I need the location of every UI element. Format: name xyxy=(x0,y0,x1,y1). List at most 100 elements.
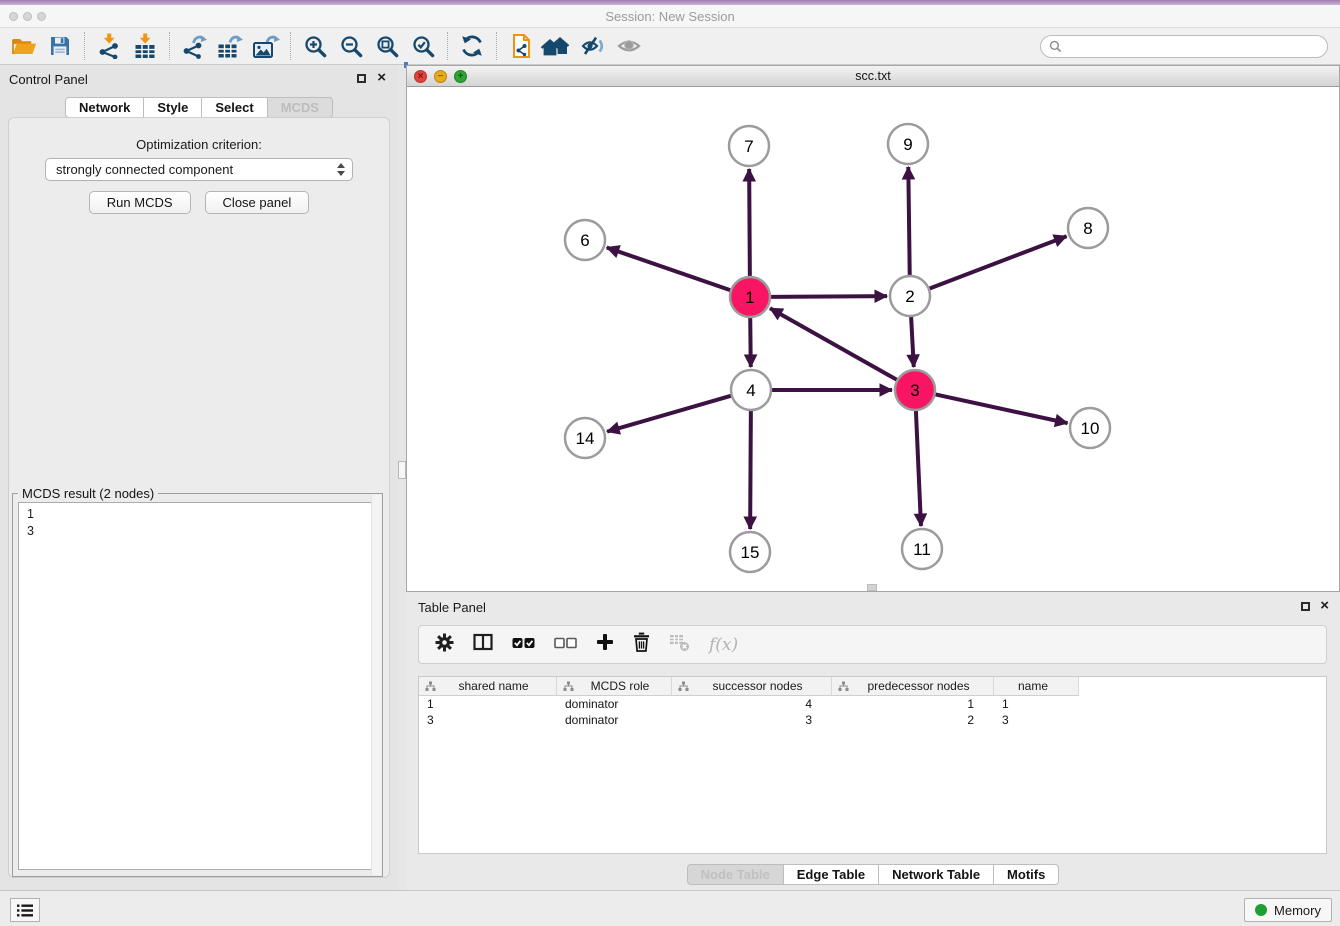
export-network-icon[interactable] xyxy=(176,31,212,61)
network-close-button[interactable]: × xyxy=(414,70,427,83)
hide-selected-icon[interactable] xyxy=(575,31,611,61)
table-options-icon[interactable] xyxy=(435,633,454,657)
delete-column-icon[interactable] xyxy=(633,632,650,657)
svg-text:15: 15 xyxy=(741,543,760,562)
delete-table-icon[interactable] xyxy=(669,633,690,657)
network-maximize-button[interactable]: + xyxy=(454,70,467,83)
memory-button[interactable]: Memory xyxy=(1244,898,1332,922)
table-row[interactable]: 3dominator323 xyxy=(419,712,1326,728)
deselect-all-checks-icon[interactable] xyxy=(554,636,577,654)
zoom-out-icon[interactable] xyxy=(333,31,369,61)
function-builder-icon[interactable]: f(x) xyxy=(709,635,738,655)
graph-node-11[interactable]: 11 xyxy=(902,529,942,569)
float-table-panel-icon[interactable] xyxy=(1301,602,1310,611)
graph-edge-2-9[interactable] xyxy=(908,167,909,275)
network-window-titlebar[interactable]: × − + scc.txt xyxy=(407,66,1339,87)
run-mcds-button[interactable]: Run MCDS xyxy=(89,191,191,214)
table-cell: dominator xyxy=(557,696,672,712)
tab-motifs[interactable]: Motifs xyxy=(994,864,1059,885)
show-column-panel-icon[interactable] xyxy=(473,633,493,656)
search-input[interactable] xyxy=(1062,38,1327,55)
tab-select[interactable]: Select xyxy=(202,97,267,118)
column-header-name[interactable]: name xyxy=(994,677,1079,696)
graph-edge-4-14[interactable] xyxy=(607,396,731,432)
mcds-result-list[interactable]: 13 xyxy=(18,502,377,870)
task-history-button[interactable] xyxy=(10,898,40,922)
graph-edge-2-3[interactable] xyxy=(911,317,914,367)
graph-edge-3-1[interactable] xyxy=(770,308,897,379)
search-icon xyxy=(1049,40,1062,53)
column-header-MCDS-role[interactable]: MCDS role xyxy=(557,677,672,696)
svg-text:7: 7 xyxy=(744,137,753,156)
graph-node-15[interactable]: 15 xyxy=(730,532,770,572)
network-canvas[interactable]: 1 2 3 4 6 7 8 9 10 11 14 15 xyxy=(407,87,1339,591)
apply-layout-icon[interactable] xyxy=(454,31,490,61)
svg-text:4: 4 xyxy=(746,381,755,400)
tab-network-table[interactable]: Network Table xyxy=(879,864,994,885)
add-column-icon[interactable] xyxy=(596,633,614,656)
table-panel-tabs: Node TableEdge TableNetwork TableMotifs xyxy=(406,864,1340,885)
save-session-icon[interactable] xyxy=(42,31,78,61)
window-title: Session: New Session xyxy=(0,9,1340,24)
result-scrollbar[interactable] xyxy=(371,495,381,875)
zoom-in-icon[interactable] xyxy=(297,31,333,61)
tab-node-table[interactable]: Node Table xyxy=(687,864,784,885)
tab-network[interactable]: Network xyxy=(65,97,144,118)
first-neighbors-icon[interactable] xyxy=(539,31,575,61)
graph-node-10[interactable]: 10 xyxy=(1070,408,1110,448)
vertical-splitter-handle[interactable] xyxy=(398,461,406,479)
graph-node-1[interactable]: 1 xyxy=(730,277,770,317)
toolbar-separator xyxy=(290,32,291,60)
criterion-dropdown[interactable]: strongly connected component xyxy=(45,158,353,181)
graph-edge-4-15[interactable] xyxy=(750,411,751,529)
network-traffic-lights[interactable]: × − + xyxy=(414,70,467,83)
column-header-predecessor-nodes[interactable]: predecessor nodes xyxy=(832,677,994,696)
graph-node-3[interactable]: 3 xyxy=(895,370,935,410)
clone-network-icon[interactable] xyxy=(503,31,539,61)
svg-text:9: 9 xyxy=(903,135,912,154)
graph-node-8[interactable]: 8 xyxy=(1068,208,1108,248)
column-header-successor-nodes[interactable]: successor nodes xyxy=(672,677,832,696)
graph-edge-2-8[interactable] xyxy=(930,236,1067,288)
graph-node-4[interactable]: 4 xyxy=(731,370,771,410)
horizontal-splitter-handle[interactable] xyxy=(867,584,877,591)
tab-mcds[interactable]: MCDS xyxy=(268,97,333,118)
graph-edge-1-6[interactable] xyxy=(607,248,730,291)
graph-edge-1-4[interactable] xyxy=(750,318,751,367)
open-session-icon[interactable] xyxy=(6,31,42,61)
float-panel-icon[interactable] xyxy=(357,74,366,83)
table-row[interactable]: 1dominator411 xyxy=(419,696,1326,712)
graph-node-2[interactable]: 2 xyxy=(890,276,930,316)
zoom-selected-icon[interactable] xyxy=(405,31,441,61)
export-image-icon[interactable] xyxy=(248,31,284,61)
select-all-checks-icon[interactable] xyxy=(512,636,535,654)
network-minimize-button[interactable]: − xyxy=(434,70,447,83)
zoom-fit-icon[interactable] xyxy=(369,31,405,61)
graph-node-7[interactable]: 7 xyxy=(729,126,769,166)
close-panel-icon[interactable]: × xyxy=(377,72,386,84)
network-graph[interactable]: 1 2 3 4 6 7 8 9 10 11 14 15 xyxy=(407,87,1339,591)
column-header-shared-name[interactable]: shared name xyxy=(419,677,557,696)
node-table[interactable]: shared nameMCDS rolesuccessor nodesprede… xyxy=(418,676,1327,854)
graph-edge-1-7[interactable] xyxy=(749,169,750,276)
export-table-icon[interactable] xyxy=(212,31,248,61)
import-network-icon[interactable] xyxy=(91,31,127,61)
graph-edge-1-2[interactable] xyxy=(771,296,887,297)
graph-node-6[interactable]: 6 xyxy=(565,220,605,260)
control-panel: Control Panel × NetworkStyleSelectMCDS O… xyxy=(0,65,398,890)
table-header-row: shared nameMCDS rolesuccessor nodesprede… xyxy=(419,677,1326,696)
close-table-panel-icon[interactable]: × xyxy=(1320,600,1329,612)
search-field[interactable] xyxy=(1040,35,1328,58)
toolbar-separator xyxy=(496,32,497,60)
network-window-title: scc.txt xyxy=(407,66,1339,86)
show-all-icon[interactable] xyxy=(611,31,647,61)
graph-edge-3-10[interactable] xyxy=(936,394,1068,423)
graph-edge-3-11[interactable] xyxy=(916,411,921,526)
tab-style[interactable]: Style xyxy=(144,97,202,118)
close-panel-button[interactable]: Close panel xyxy=(205,191,310,214)
graph-node-9[interactable]: 9 xyxy=(888,124,928,164)
network-view-window: × − + scc.txt 1 2 3 4 6 7 8 9 10 11 14 15 xyxy=(406,65,1340,592)
graph-node-14[interactable]: 14 xyxy=(565,418,605,458)
tab-edge-table[interactable]: Edge Table xyxy=(784,864,879,885)
import-table-icon[interactable] xyxy=(127,31,163,61)
